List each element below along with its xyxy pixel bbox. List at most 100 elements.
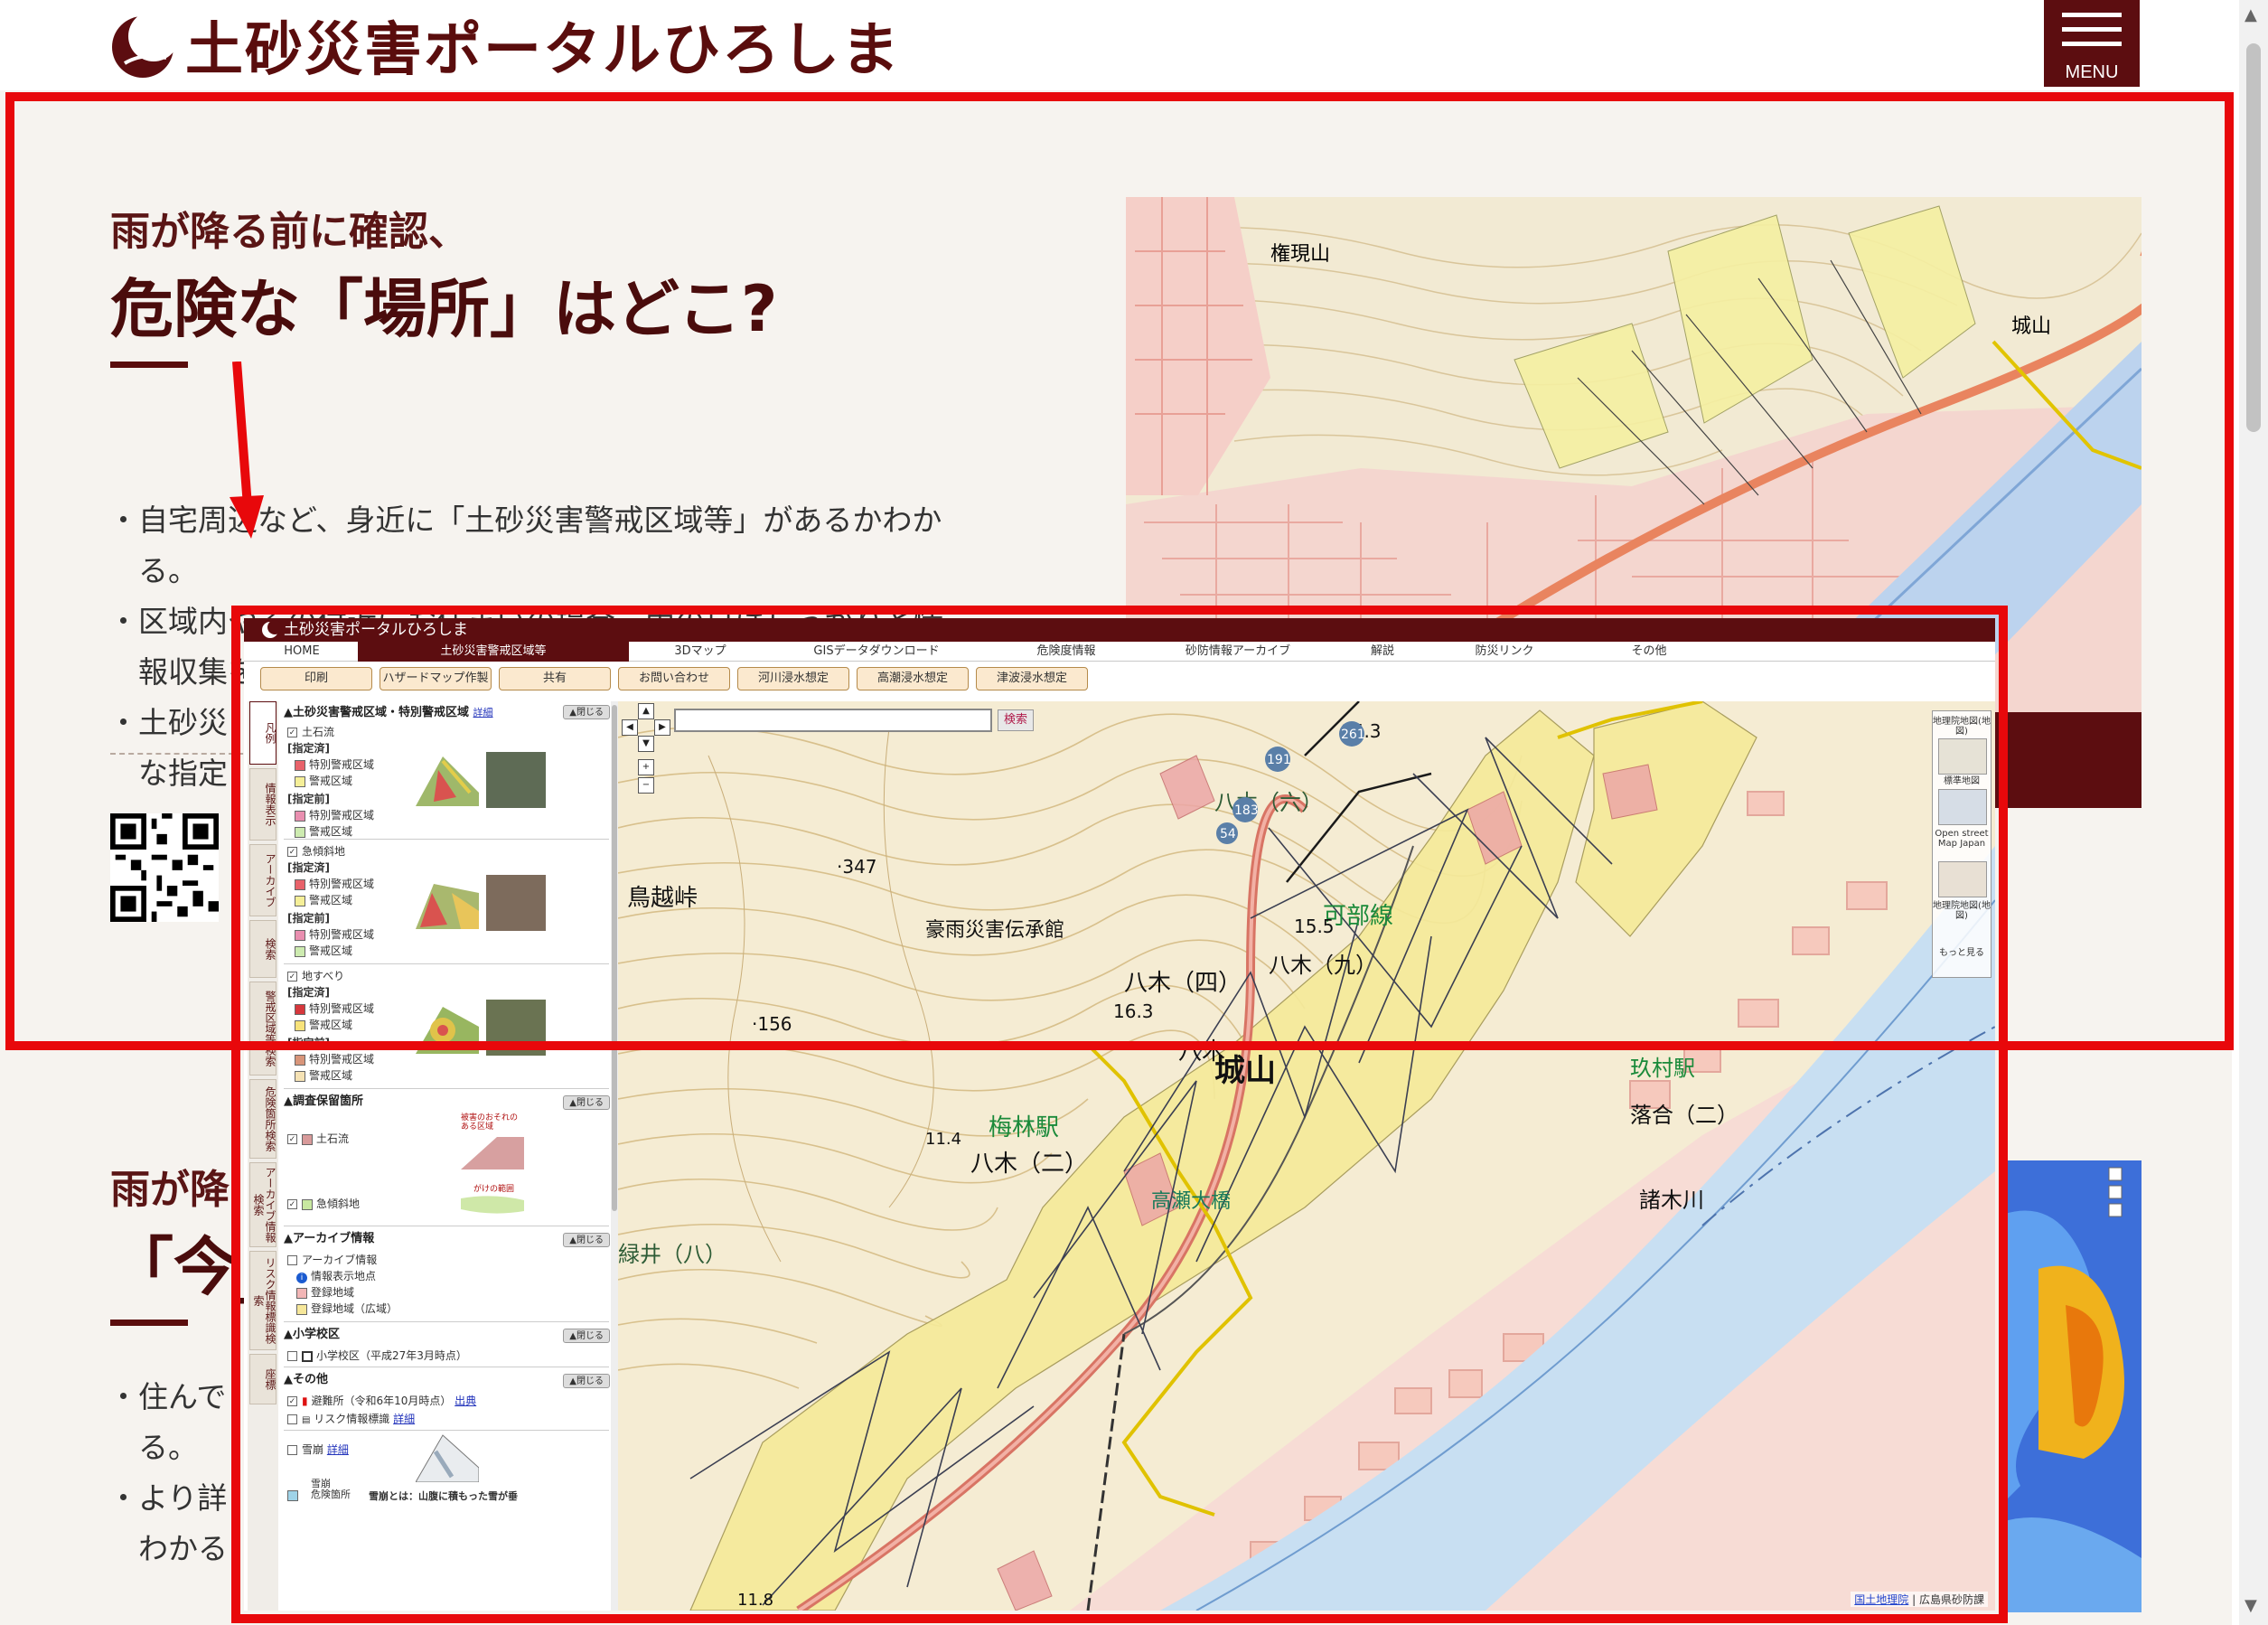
- map-label: 11.8: [737, 1591, 773, 1610]
- legend-label: [指定済]: [287, 742, 330, 755]
- legend-debris-toggle[interactable]: ✓ 土石流: [287, 725, 334, 739]
- nav-disaster-links[interactable]: 防災リンク: [1437, 642, 1572, 662]
- legend-item: 特別警戒区域: [295, 757, 374, 772]
- legend-section-header[interactable]: ▲土砂災害警戒区域・特別警戒区域 詳細: [284, 703, 493, 723]
- legend-item: 特別警戒区域: [295, 877, 374, 891]
- share-button[interactable]: 共有: [499, 667, 611, 690]
- nav-explanation[interactable]: 解説: [1328, 642, 1437, 662]
- section2-bullet: ・より詳: [108, 1480, 228, 1516]
- collapse-button[interactable]: ▲閉じる: [563, 705, 610, 719]
- detail-link[interactable]: 詳細: [327, 1443, 349, 1456]
- map-label: 11.4: [925, 1130, 961, 1149]
- tab-archive[interactable]: アーカイブ: [249, 844, 276, 916]
- legend-section-header[interactable]: ▲調査保留箇所: [284, 1092, 363, 1112]
- legend-landslide-toggle[interactable]: ✓ 地すべり: [287, 969, 344, 983]
- pan-down-icon[interactable]: ▼: [638, 736, 654, 752]
- collapse-button[interactable]: ▲閉じる: [563, 1095, 610, 1110]
- pan-up-icon[interactable]: ▲: [638, 703, 654, 719]
- map-label: 15.5: [1294, 916, 1335, 937]
- legend-section-header[interactable]: ▲アーカイブ情報: [284, 1229, 374, 1249]
- contact-button[interactable]: お問い合わせ: [618, 667, 730, 690]
- collapse-button[interactable]: ▲閉じる: [563, 1329, 610, 1343]
- svg-text:城山: 城山: [2011, 315, 2051, 338]
- hazard-map-canvas[interactable]: ·347 ·156 鳥越峠 八木（四） 八木 八木（二） 八木（六） 可部線 城…: [618, 701, 1995, 1611]
- tab-danger-site-search[interactable]: 危険箇所検索: [249, 1079, 276, 1159]
- scroll-up-arrow-icon[interactable]: ▲: [2245, 5, 2257, 24]
- basemap-gsi-thumbnail[interactable]: [1938, 738, 1987, 775]
- map-app-nav: HOME 土砂災害警戒区域等 3Dマップ GISデータダウンロード 危険度情報 …: [244, 642, 1995, 662]
- river-flood-button[interactable]: 河川浸水想定: [737, 667, 849, 690]
- gsi-link[interactable]: 国土地理院: [1854, 1593, 1908, 1606]
- legend-steep-toggle[interactable]: ✓ 急傾斜地: [287, 844, 345, 859]
- route-badge: 261: [1341, 728, 1365, 742]
- basemap-label[interactable]: 地理院地図(地図): [1933, 901, 1991, 921]
- pan-left-icon[interactable]: ◀: [622, 719, 638, 736]
- debris-flow-photo: [486, 752, 546, 808]
- address-search-input[interactable]: [674, 709, 992, 732]
- site-title[interactable]: 土砂災害ポータルひろしま: [185, 4, 901, 87]
- legend-section-header[interactable]: ▲その他: [284, 1370, 328, 1390]
- legend-scrollbar-thumb[interactable]: [612, 705, 617, 1211]
- tab-legend[interactable]: 凡例: [249, 701, 276, 765]
- tab-search[interactable]: 検索: [249, 920, 276, 978]
- zoom-out-icon[interactable]: −: [638, 777, 654, 794]
- tab-risk-sign-search[interactable]: リスク情報標識検索: [249, 1251, 276, 1350]
- legend-reserved-debris[interactable]: ✓ 土石流: [287, 1132, 349, 1146]
- legend-reserved-steep[interactable]: ✓ 急傾斜地: [287, 1197, 360, 1211]
- print-button[interactable]: 印刷: [260, 667, 372, 690]
- section2-bullet: わかる: [108, 1531, 228, 1566]
- scrollbar-thumb[interactable]: [2246, 43, 2261, 432]
- nav-3d-map[interactable]: 3Dマップ: [633, 642, 768, 662]
- nav-gis-download[interactable]: GISデータダウンロード: [768, 642, 985, 662]
- title-underline: [110, 1320, 188, 1326]
- nav-hazard-zones[interactable]: 土砂災害警戒区域等: [358, 642, 629, 662]
- menu-button[interactable]: MENU: [2044, 0, 2140, 87]
- legend-risk-sign-toggle[interactable]: ▤ リスク情報標識 詳細: [287, 1412, 415, 1428]
- scroll-down-arrow-icon[interactable]: ▼: [2245, 1596, 2257, 1615]
- map-label: 高瀬大橋: [1151, 1190, 1231, 1213]
- legend-item: 警戒区域: [295, 1018, 352, 1032]
- map-app-titlebar: 土砂災害ポータルひろしま: [244, 618, 1995, 642]
- map-view[interactable]: ·347 ·156 鳥越峠 八木（四） 八木 八木（二） 八木（六） 可部線 城…: [618, 701, 1995, 1611]
- nav-risk-info[interactable]: 危険度情報: [985, 642, 1148, 662]
- nav-sabo-archive[interactable]: 砂防情報アーカイブ: [1148, 642, 1328, 662]
- crescent-moon-logo-icon: [112, 11, 177, 78]
- tab-info-display[interactable]: 情報表示: [249, 768, 276, 841]
- search-button[interactable]: 検索: [998, 709, 1034, 731]
- legend-avalanche-toggle[interactable]: 雪崩 詳細: [287, 1442, 349, 1457]
- hazard-map-create-button[interactable]: ハザードマップ作製: [380, 667, 492, 690]
- tab-zone-search[interactable]: 警戒区域等検索: [249, 982, 276, 1076]
- basemap-label: 地理院地図(地図): [1933, 717, 1991, 737]
- basemap-switcher: 地理院地図(地図) 標準地図 Open street Map Japan 地理院…: [1932, 710, 1992, 978]
- tsunami-button[interactable]: 津波浸水想定: [976, 667, 1088, 690]
- collapse-button[interactable]: ▲閉じる: [563, 1374, 610, 1388]
- zoom-in-icon[interactable]: +: [638, 759, 654, 775]
- nav-other[interactable]: その他: [1572, 642, 1726, 662]
- more-basemaps-link[interactable]: もっと見る: [1933, 948, 1991, 958]
- storm-surge-button[interactable]: 高潮浸水想定: [857, 667, 969, 690]
- legend-label: [指定前]: [287, 1037, 330, 1049]
- legend-archive-toggle[interactable]: アーカイブ情報: [287, 1253, 377, 1267]
- legend-school-toggle[interactable]: 小学校区（平成27年3月時点）: [287, 1348, 467, 1363]
- tab-archive-search[interactable]: アーカイブ情報検索: [249, 1162, 276, 1247]
- detail-link[interactable]: 詳細: [473, 707, 493, 719]
- basemap-standard-thumbnail[interactable]: [1938, 789, 1987, 825]
- basemap-label[interactable]: 標準地図: [1933, 776, 1991, 786]
- pan-right-icon[interactable]: ▶: [654, 719, 670, 736]
- source-link[interactable]: 出典: [455, 1395, 476, 1407]
- map-label: 八木（九）: [1269, 953, 1377, 978]
- legend-item: 警戒区域: [295, 893, 352, 907]
- legend-shelter-toggle[interactable]: ✓ ▮ 避難所（令和6年10月時点） 出典: [287, 1394, 476, 1408]
- basemap-osm-thumbnail[interactable]: [1938, 861, 1987, 897]
- map-app-title: 土砂災害ポータルひろしま: [284, 621, 468, 639]
- qr-code-icon: [110, 813, 219, 922]
- collapse-button[interactable]: ▲閉じる: [563, 1233, 610, 1247]
- tab-coordinates[interactable]: 座標: [249, 1354, 276, 1404]
- detail-link[interactable]: 詳細: [393, 1413, 415, 1425]
- legend-item: 登録地域: [296, 1285, 354, 1300]
- legend-label: [指定済]: [287, 861, 330, 874]
- map-label: 八木（四）: [1124, 970, 1242, 997]
- basemap-label[interactable]: Open street Map Japan: [1933, 829, 1991, 849]
- legend-section-header[interactable]: ▲小学校区: [284, 1325, 340, 1345]
- nav-home[interactable]: HOME: [251, 642, 352, 662]
